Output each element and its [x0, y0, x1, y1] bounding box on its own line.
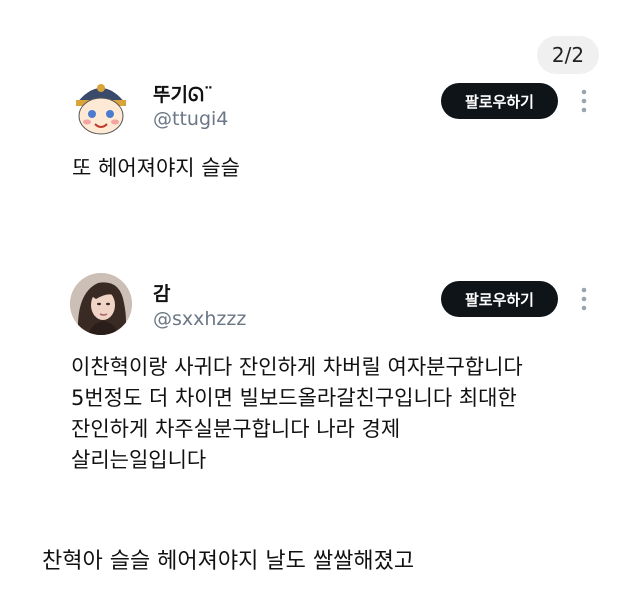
profile-photo-icon — [70, 273, 132, 335]
user-handle[interactable]: @sxxhzzz — [153, 308, 246, 330]
tweet-text: 이찬혁이랑 사귀다 잔인하게 차버릴 여자분구합니다 5번정도 더 차이면 빌보… — [71, 355, 523, 472]
more-options-icon[interactable] — [580, 286, 588, 312]
caption-text: 찬혁아 슬슬 헤어져야지 날도 쌀쌀해졌고 — [42, 549, 415, 574]
display-name[interactable]: 감 — [153, 279, 170, 306]
tweet-card-2: 감 @sxxhzzz 팔로우하기 이찬혁이랑 사귀다 잔인하게 차버릴 여자분구… — [0, 0, 640, 520]
avatar[interactable] — [70, 273, 132, 335]
follow-button[interactable]: 팔로우하기 — [441, 281, 558, 317]
